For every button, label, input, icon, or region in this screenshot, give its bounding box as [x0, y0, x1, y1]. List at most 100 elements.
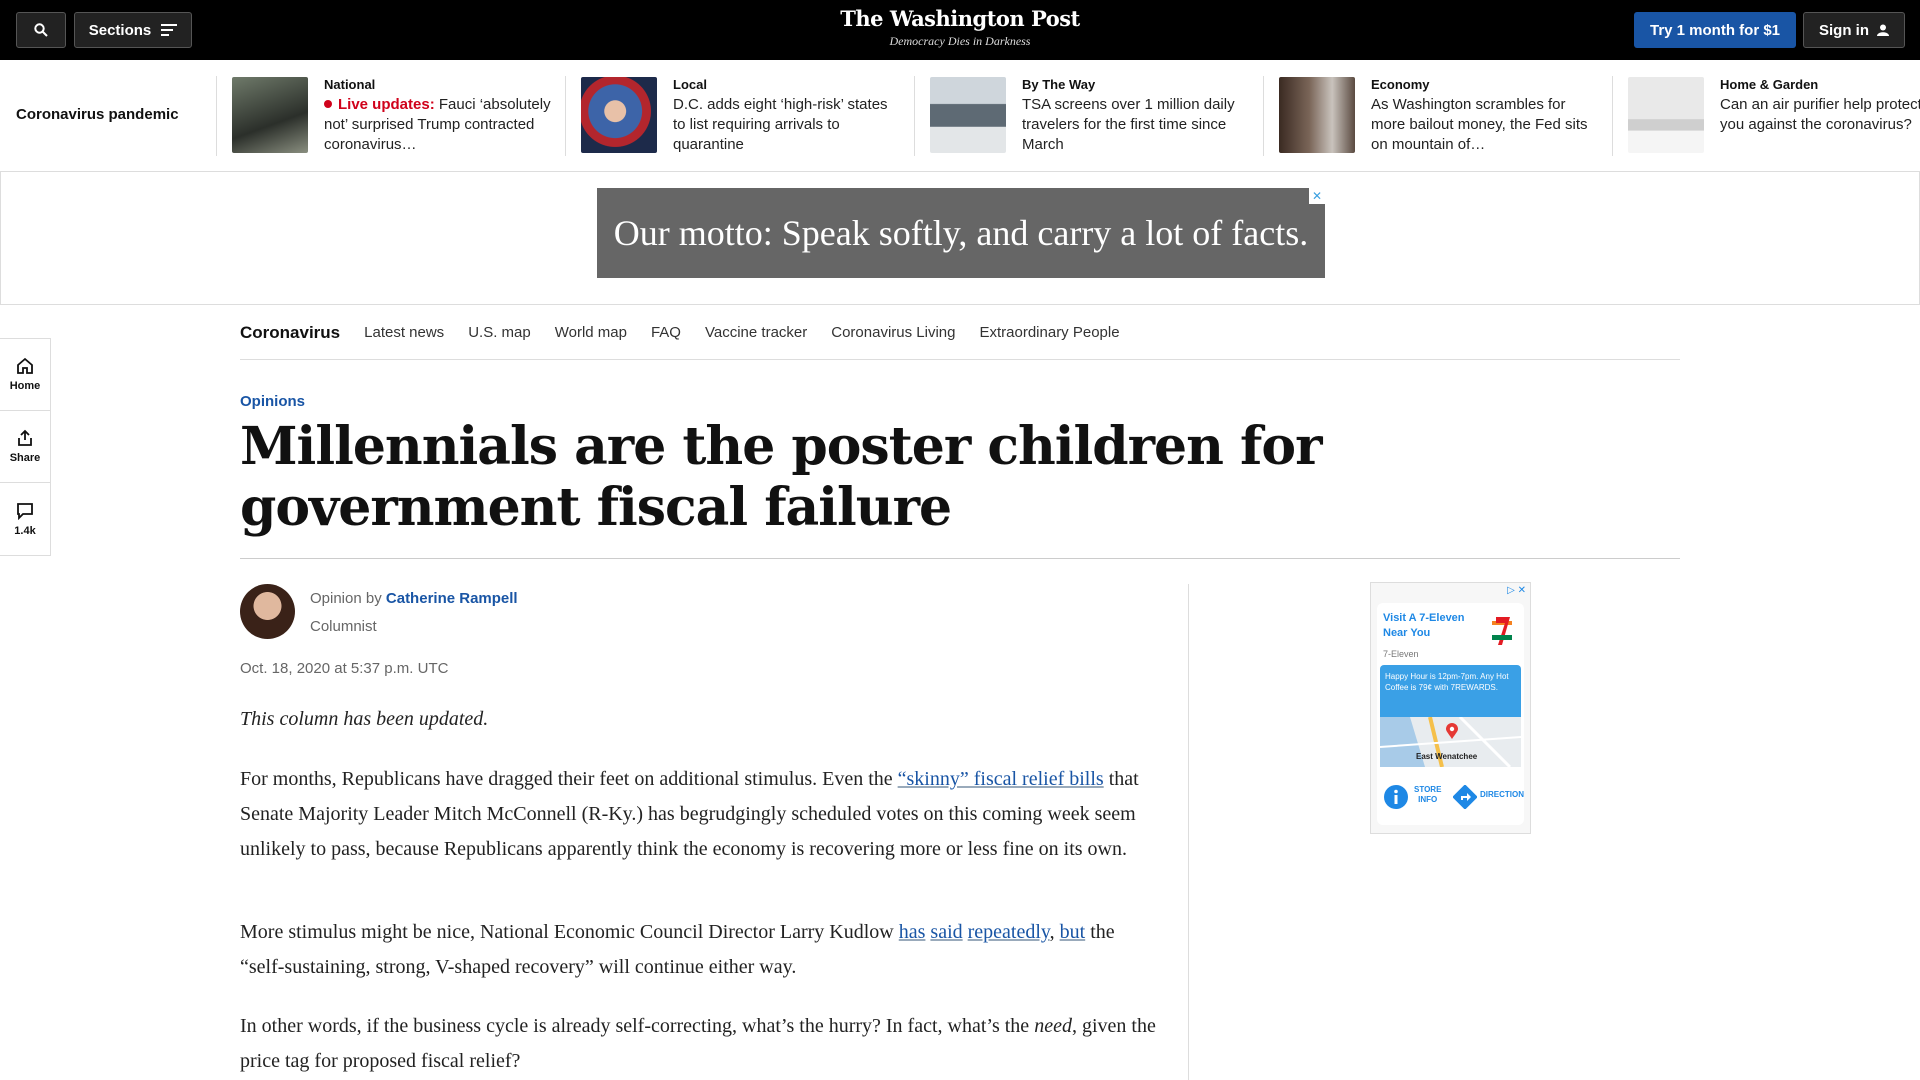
search-button[interactable]: [16, 12, 66, 48]
secnav-item[interactable]: FAQ: [651, 324, 681, 341]
strip-thumbnail: [930, 77, 1006, 153]
strip-kicker: National: [324, 77, 376, 92]
secnav-item[interactable]: Vaccine tracker: [705, 324, 807, 341]
paragraph: More stimulus might be nice, National Ec…: [240, 915, 1160, 985]
secnav-item[interactable]: World map: [555, 324, 627, 341]
sidebar-advertisement[interactable]: ▷ ✕ Visit A 7-Eleven Near You 7-Eleven H…: [1370, 582, 1531, 834]
tagline: Democracy Dies in Darkness: [889, 34, 1031, 48]
advertisement-banner[interactable]: Our motto: Speak softly, and carry a lot…: [597, 188, 1325, 278]
strip-headline: D.C. adds eight ‘high-risk’ states to li…: [673, 96, 888, 153]
directions-icon[interactable]: [1453, 785, 1477, 809]
byline-prefix: Opinion by: [310, 590, 382, 607]
strip-headline: Can an air purifier help protect you agai…: [1720, 96, 1920, 133]
inline-link[interactable]: repeatedly: [968, 921, 1050, 943]
seven-eleven-logo-icon: [1488, 613, 1516, 649]
rail-comment-count: 1.4k: [14, 524, 36, 537]
publish-date: Oct. 18, 2020 at 5:37 p.m. UTC: [240, 660, 449, 677]
paragraph-text: ,: [1049, 921, 1060, 943]
secnav-item[interactable]: Extraordinary People: [979, 324, 1119, 341]
section-navigation: Coronavirus Latest news U.S. map World m…: [240, 306, 1680, 360]
ad-map[interactable]: East Wenatchee: [1380, 717, 1521, 767]
update-note: This column has been updated.: [240, 708, 489, 730]
hamburger-icon: [161, 24, 178, 36]
strip-headline: As Washington scrambles for more bailout…: [1371, 96, 1588, 153]
secnav-item[interactable]: Latest news: [364, 324, 444, 341]
strip-kicker: By The Way: [1022, 77, 1096, 92]
inline-link[interactable]: but: [1060, 921, 1086, 943]
sections-label: Sections: [88, 21, 152, 39]
share-rail: Home Share 1.4k: [0, 338, 51, 556]
strip-thumbnail: [581, 77, 657, 153]
strip-headline: Live updates: Fauci ‘absolutely not’ sur…: [324, 95, 554, 155]
strip-divider: [1612, 76, 1613, 156]
strip-divider: [914, 76, 915, 156]
map-pin-icon: [1446, 723, 1458, 739]
top-navigation-bar: Sections The Washington Post Democracy D…: [0, 0, 1920, 60]
rail-home-label: Home: [9, 380, 41, 392]
adchoices-icon[interactable]: ▷ ✕: [1507, 585, 1526, 596]
secnav-main-link[interactable]: Coronavirus: [240, 323, 340, 343]
subscribe-button[interactable]: Try 1 month for $1: [1634, 12, 1796, 48]
store-info-link[interactable]: STORE INFO: [1414, 785, 1441, 805]
article-kicker[interactable]: Opinions: [240, 393, 305, 410]
strip-topic-label[interactable]: Coronavirus pandemic: [16, 106, 179, 123]
paragraph-text: For months, Republicans have dragged the…: [240, 768, 898, 790]
comment-icon: [17, 502, 33, 520]
ad-banner-text: Our motto: Speak softly, and carry a lot…: [613, 213, 1309, 253]
author-title: Columnist: [310, 618, 377, 635]
paragraph-text: More stimulus might be nice, National Ec…: [240, 921, 899, 943]
strip-headline: TSA screens over 1 million daily travele…: [1022, 96, 1235, 153]
ad-actions: STORE INFO DIRECTION: [1380, 775, 1524, 817]
strip-card[interactable]: Economy As Washington scrambles for more…: [1279, 77, 1609, 157]
inline-link[interactable]: has: [899, 921, 926, 943]
article-headline: Millennials are the poster children for …: [240, 416, 1323, 538]
ad-band: Our motto: Speak softly, and carry a lot…: [0, 172, 1920, 305]
emphasis-text: need: [1034, 1015, 1072, 1037]
strip-kicker: Home & Garden: [1720, 77, 1819, 92]
strip-thumbnail: [1628, 77, 1704, 153]
info-icon[interactable]: [1384, 785, 1408, 809]
share-icon: [18, 429, 32, 446]
rail-home-button[interactable]: Home: [0, 339, 50, 411]
map-place-label: East Wenatchee: [1416, 752, 1478, 761]
search-icon: [34, 23, 48, 37]
rail-share-button[interactable]: Share: [0, 411, 50, 483]
strip-card[interactable]: National Live updates: Fauci ‘absolutely…: [232, 77, 562, 157]
rail-share-label: Share: [9, 452, 41, 464]
sign-in-label: Sign in: [1819, 21, 1869, 39]
strip-thumbnail: [232, 77, 308, 153]
ad-title[interactable]: Visit A 7-Eleven Near You: [1383, 611, 1483, 641]
user-icon: [1877, 24, 1889, 36]
strip-kicker: Economy: [1371, 77, 1430, 92]
paragraph: In other words, if the business cycle is…: [240, 1009, 1160, 1079]
ad-promo: Happy Hour is 12pm-7pm. Any Hot Coffee i…: [1380, 665, 1521, 717]
strip-divider: [216, 76, 217, 156]
author-link[interactable]: Catherine Rampell: [386, 590, 518, 607]
paragraph: For months, Republicans have dragged the…: [240, 762, 1160, 867]
author-avatar[interactable]: [240, 584, 295, 639]
rail-comments-button[interactable]: 1.4k: [0, 483, 50, 555]
inline-link[interactable]: said: [930, 921, 962, 943]
sign-in-button[interactable]: Sign in: [1803, 12, 1905, 48]
topic-strip: Coronavirus pandemic National Live updat…: [0, 60, 1920, 172]
column-divider: [1188, 584, 1189, 1080]
strip-card[interactable]: Home & Garden Can an air purifier help p…: [1628, 77, 1920, 157]
strip-divider: [565, 76, 566, 156]
masthead-logo[interactable]: The Washington Post Democracy Dies in Da…: [760, 6, 1160, 49]
secnav-item[interactable]: U.S. map: [468, 324, 531, 341]
strip-thumbnail: [1279, 77, 1355, 153]
ad-close-icon[interactable]: ✕: [1309, 188, 1325, 204]
directions-link[interactable]: DIRECTION: [1480, 790, 1524, 799]
ad-brand: 7-Eleven: [1383, 649, 1419, 659]
paragraph-text: In other words, if the business cycle is…: [240, 1015, 1035, 1037]
sections-menu-button[interactable]: Sections: [74, 12, 192, 48]
header-divider: [240, 558, 1680, 559]
logo-text: The Washington Post: [840, 6, 1080, 31]
inline-link[interactable]: “skinny” fiscal relief bills: [898, 768, 1104, 790]
strip-card[interactable]: Local D.C. adds eight ‘high-risk’ states…: [581, 77, 911, 157]
strip-kicker: Local: [673, 77, 707, 92]
ad-card: Visit A 7-Eleven Near You 7-Eleven Happy…: [1377, 603, 1524, 825]
home-icon: [17, 357, 33, 374]
strip-card[interactable]: By The Way TSA screens over 1 million da…: [930, 77, 1260, 157]
secnav-item[interactable]: Coronavirus Living: [831, 324, 955, 341]
